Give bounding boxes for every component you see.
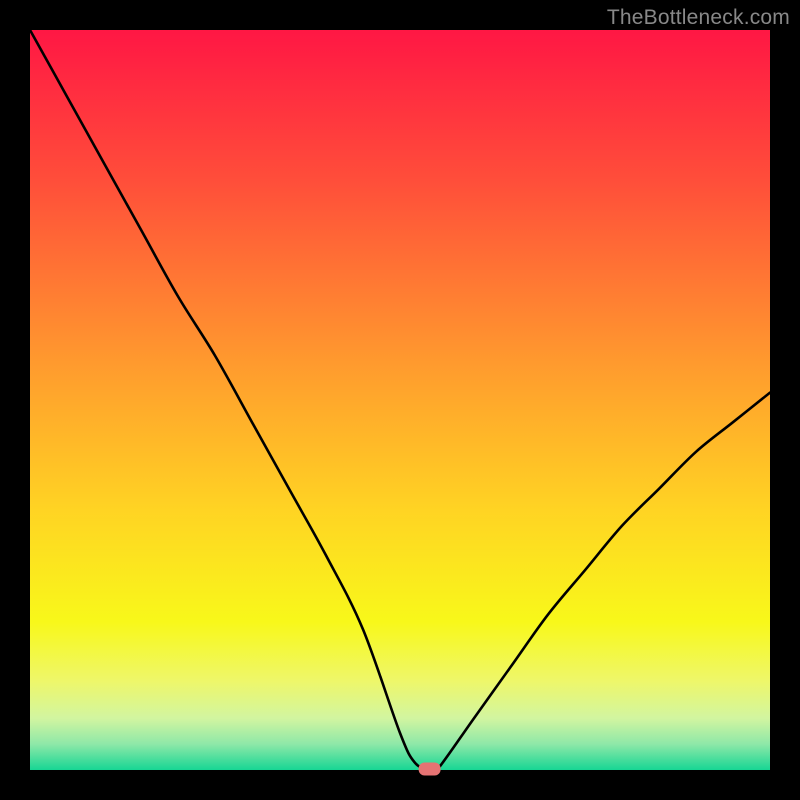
plot-background (30, 30, 770, 770)
chart-container: TheBottleneck.com (0, 0, 800, 800)
optimal-marker (419, 763, 441, 776)
source-label: TheBottleneck.com (607, 6, 790, 30)
bottleneck-chart (0, 0, 800, 800)
